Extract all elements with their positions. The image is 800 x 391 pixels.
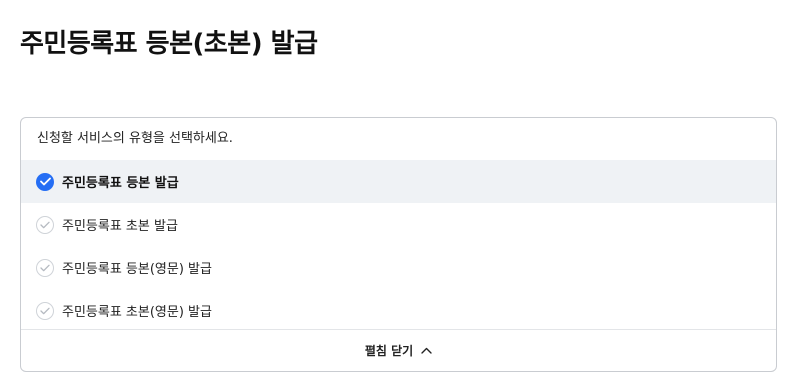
option-resident-abstract-english[interactable]: 주민등록표 초본(영문) 발급: [21, 289, 776, 332]
check-circle-icon: [36, 215, 54, 234]
option-label: 주민등록표 등본(영문) 발급: [62, 262, 212, 277]
option-resident-abstract[interactable]: 주민등록표 초본 발급: [21, 203, 776, 246]
service-type-selector: 신청할 서비스의 유형을 선택하세요. 주민등록표 등본 발급 주민등록표 초본…: [20, 117, 777, 372]
option-label: 주민등록표 초본 발급: [62, 219, 178, 234]
option-list: 주민등록표 등본 발급 주민등록표 초본 발급 주민등록표 등본(영문) 발급 …: [21, 160, 776, 332]
option-label: 주민등록표 초본(영문) 발급: [62, 305, 212, 320]
check-circle-icon: [36, 172, 54, 191]
check-circle-icon: [36, 258, 54, 277]
option-label: 주민등록표 등본 발급: [62, 176, 179, 191]
check-circle-icon: [36, 301, 54, 320]
selector-prompt: 신청할 서비스의 유형을 선택하세요.: [37, 131, 233, 146]
chevron-up-icon: [421, 347, 432, 354]
collapse-toggle-label: 펼침 닫기: [364, 344, 414, 358]
option-resident-copy[interactable]: 주민등록표 등본 발급: [21, 160, 776, 203]
page-title: 주민등록표 등본(초본) 발급: [20, 29, 318, 59]
collapse-toggle-button[interactable]: 펼침 닫기: [21, 329, 776, 371]
option-resident-copy-english[interactable]: 주민등록표 등본(영문) 발급: [21, 246, 776, 289]
